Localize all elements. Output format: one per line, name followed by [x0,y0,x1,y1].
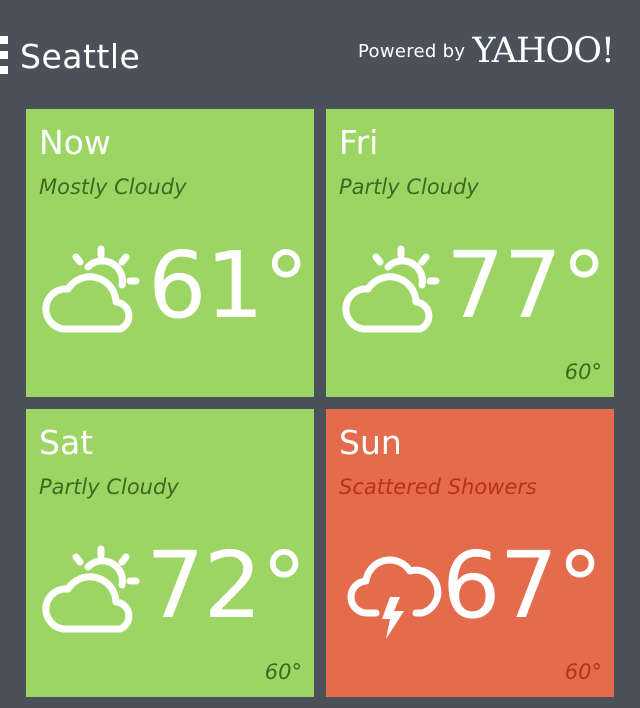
tile-temperature: 72° [146,532,307,639]
menu-icon[interactable] [0,36,8,74]
thunderstorm-icon [347,556,442,639]
tile-temperature: 61° [148,232,309,339]
tile-day: Fri [339,123,379,162]
yahoo-logo: YAHOO! [472,31,615,71]
tile-condition: Partly Cloudy [39,475,179,499]
forecast-tile-sat[interactable]: Sat Partly Cloudy 72° 60° [26,409,314,697]
forecast-tile-now[interactable]: Now Mostly Cloudy 61° [26,109,314,397]
tile-condition: Mostly Cloudy [39,175,187,199]
partly-cloudy-icon [42,545,140,633]
tile-low-temp: 60° [564,360,602,384]
forecast-tile-sun[interactable]: Sun Scattered Showers 67° 60° [326,409,614,697]
app-header: Seattle Powered by YAHOO! [0,0,640,108]
powered-by-label: Powered by [358,40,466,62]
tile-low-temp: 60° [564,660,602,684]
tile-temperature: 67° [442,532,603,639]
tile-condition: Scattered Showers [339,475,537,499]
forecast-tile-fri[interactable]: Fri Partly Cloudy 77° 60° [326,109,614,397]
tile-temperature: 77° [446,232,607,339]
powered-by[interactable]: Powered by YAHOO! [358,30,615,72]
partly-cloudy-icon [42,245,140,333]
tile-day: Sat [39,423,94,462]
tile-condition: Partly Cloudy [339,175,479,199]
tile-low-temp: 60° [264,660,302,684]
partly-cloudy-icon [342,245,440,333]
tile-day: Sun [339,423,402,462]
city-name[interactable]: Seattle [20,36,140,78]
tile-day: Now [39,123,111,162]
